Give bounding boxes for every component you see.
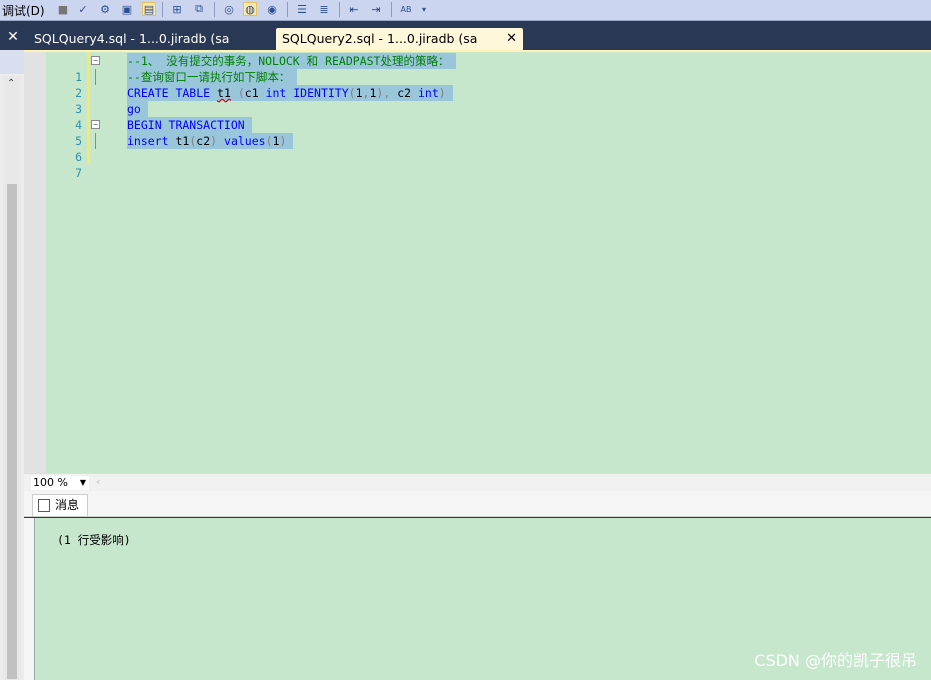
zoom-bar: 100 % ▼ ‹ [24,473,931,492]
sql-editor[interactable]: 1 − --1、 没有提交的事务，NOLOCK 和 READPAST处理的策略：… [24,52,931,473]
code-text: insert t1(c2) values(1) [127,133,294,149]
code-text: BEGIN TRANSACTION [127,117,252,133]
line-number: 7 [75,166,82,180]
outline-line [95,69,96,85]
client-stats-icon[interactable]: ◍ [243,2,257,16]
left-side-panel: ⌃ [0,50,24,680]
parse-icon[interactable]: ⚙ [98,2,112,16]
code-line: 4 go [64,101,148,132]
document-tab-bar: ✕ SQLQuery4.sql - 1...0.jiradb (sa (52))… [0,25,931,68]
tab-messages[interactable]: 消息 [32,494,88,516]
comment-icon[interactable]: ☰ [295,2,309,16]
close-panel-icon[interactable]: ✕ [5,29,21,45]
toolbar-separator [391,2,392,17]
collapse-icon[interactable]: − [91,120,100,129]
indent-icon[interactable]: ⇥ [369,2,383,16]
tab-messages-label: 消息 [55,498,80,512]
messages-icon [38,499,50,512]
toolbar-separator [214,2,215,17]
more-icon[interactable]: ▾ [417,2,431,16]
close-tab-icon[interactable]: ✕ [506,28,517,50]
stop-icon[interactable]: ■ [56,2,70,16]
results-text-icon[interactable]: ◉ [265,2,279,16]
outdent-icon[interactable]: ⇤ [347,2,361,16]
collapse-icon[interactable]: − [91,56,100,65]
uncomment-icon[interactable]: ≣ [317,2,331,16]
intellisense-icon[interactable]: ⧉ [192,2,206,16]
results-to-grid-icon[interactable]: ▤ [142,2,156,16]
code-line: 5 − BEGIN TRANSACTION [64,117,252,148]
code-line: 3 CREATE TABLE t1 (c1 int IDENTITY(1,1),… [64,85,453,116]
query-options-icon[interactable]: ⊞ [170,2,184,16]
spell-icon[interactable]: AB [399,2,413,16]
include-plan-icon[interactable]: ◎ [222,2,236,16]
outline-line [95,133,96,149]
panel-header [0,50,24,74]
toolbar-separator [287,2,288,17]
results-tab-bar: 消息 [24,491,931,517]
watermark: CSDN @你的凯子很吊 [754,651,917,670]
vertical-scrollbar[interactable]: ⌃ [3,76,21,680]
code-line: 2 --查询窗口一请执行如下脚本： [64,69,298,100]
code-text: --查询窗口一请执行如下脚本： [127,69,298,85]
code-line: 7 [64,149,92,180]
code-text: CREATE TABLE t1 (c1 int IDENTITY(1,1), c… [127,85,453,101]
chevron-down-icon: ▼ [79,478,86,487]
scroll-left-icon[interactable]: ‹ [96,475,100,488]
scroll-up-icon[interactable]: ⌃ [7,78,15,89]
code-line: 6 insert t1(c2) values(1) [64,133,294,164]
zoom-value: 100 % [33,476,68,489]
code-line: 1 − --1、 没有提交的事务，NOLOCK 和 READPAST处理的策略： [64,53,457,84]
display-plan-icon[interactable]: ▣ [120,2,134,16]
tab-sqlquery2[interactable]: SQLQuery2.sql - 1...0.jiradb (sa (57))* … [276,28,523,68]
zoom-dropdown[interactable]: 100 % ▼ [31,476,89,490]
tab-sqlquery4[interactable]: SQLQuery4.sql - 1...0.jiradb (sa (52))* [28,28,275,68]
toolbar-separator [339,2,340,17]
message-text: (1 行受影响) [57,533,131,547]
code-text: --1、 没有提交的事务，NOLOCK 和 READPAST处理的策略： [127,53,457,69]
debug-menu[interactable]: 调试(D) [2,2,45,19]
scrollbar-thumb[interactable] [7,184,17,679]
check-icon[interactable]: ✓ [76,2,90,16]
toolbar: 调试(D) ■ ✓ ⚙ ▣ ▤ ⊞ ⧉ ◎ ◍ ◉ ☰ ≣ ⇤ ⇥ AB ▾ [0,0,931,21]
code-text: go [127,101,148,117]
toolbar-separator [162,2,163,17]
results-left-margin [24,518,34,680]
selection-margin [24,52,46,473]
